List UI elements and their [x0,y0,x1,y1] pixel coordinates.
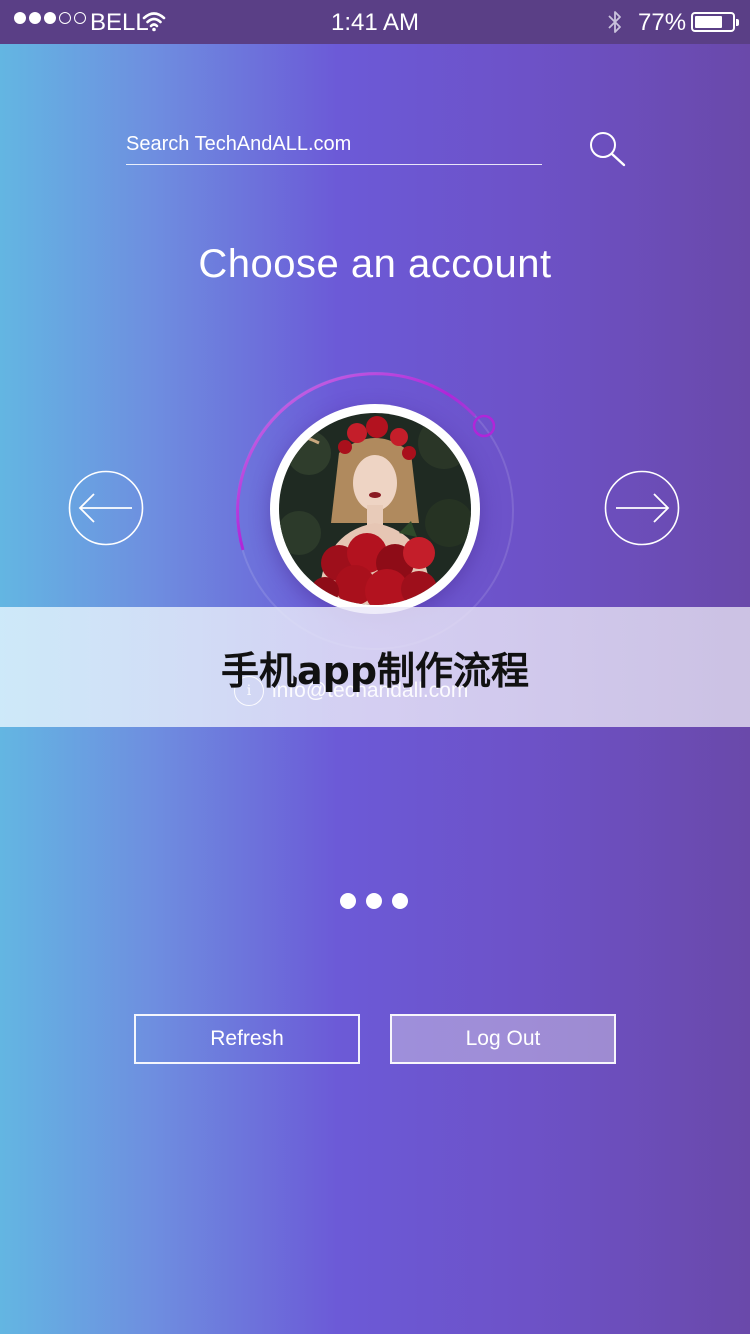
arrow-right-icon[interactable] [604,470,680,546]
battery-percent: 77% [638,9,687,36]
avatar[interactable] [270,404,480,614]
search-icon[interactable] [586,128,628,170]
account-chooser-screen: BELL 1:41 AM 77% Choose an account [0,0,750,1334]
battery-icon [691,12,739,32]
logout-button[interactable]: Log Out [390,1014,616,1064]
avatar-photo [279,413,471,605]
page-dot[interactable] [392,893,408,909]
page-dot[interactable] [366,893,382,909]
banner-text: 手机app制作流程 [220,649,530,693]
search-input[interactable] [126,124,542,165]
arrow-left-icon[interactable] [68,470,144,546]
battery-fill [695,16,722,28]
refresh-button[interactable]: Refresh [134,1014,360,1064]
status-bar: BELL 1:41 AM 77% [0,0,750,44]
page-title: Choose an account [198,242,552,286]
bluetooth-icon [608,11,621,33]
page-dot[interactable] [340,893,356,909]
pagination [340,893,408,909]
